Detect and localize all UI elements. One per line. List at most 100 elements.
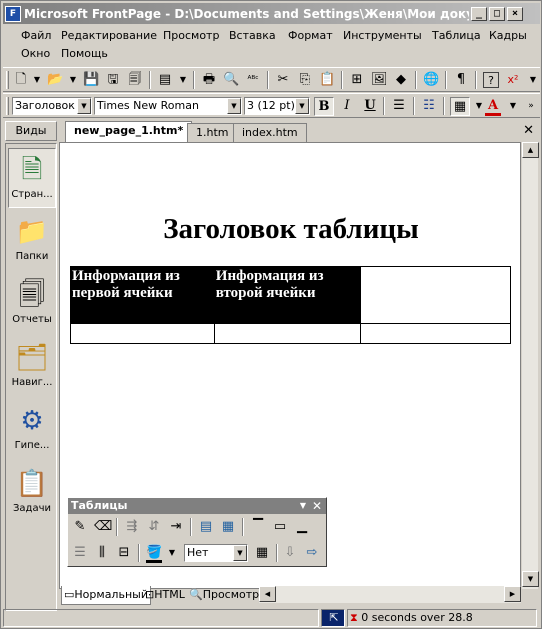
scroll-left-icon[interactable]: ◀ (259, 586, 276, 602)
minimize-button[interactable]: _ (471, 6, 487, 21)
view-page[interactable]: 🗎 Стран... (8, 148, 56, 208)
drawing-icon[interactable]: ◆ (393, 72, 409, 88)
cut-icon[interactable]: ✂ (275, 72, 291, 88)
table-grid-icon[interactable]: ▦ (220, 519, 236, 535)
save-icon[interactable]: 💾 (83, 72, 99, 88)
fill-dropdown-icon[interactable]: ▼ (164, 545, 180, 561)
menu-table[interactable]: Таблица (428, 28, 485, 43)
autofit-icon[interactable]: ⊟ (116, 545, 132, 561)
table-cell[interactable] (213, 323, 361, 344)
page-heading[interactable]: Заголовок таблицы (60, 213, 520, 246)
tab-index[interactable]: index.htm (233, 123, 307, 142)
superscript-icon[interactable]: x² (505, 72, 521, 88)
split-cells-icon[interactable]: ▤ (198, 519, 214, 535)
folder-list-icon[interactable]: ▤ (157, 72, 173, 88)
tab-new-page[interactable]: new_page_1.htm* (65, 121, 193, 142)
menu-insert[interactable]: Вставка (225, 28, 280, 43)
menu-view[interactable]: Просмотр (159, 28, 223, 43)
copy-web-icon[interactable]: 🗐 (127, 72, 143, 88)
table-cell[interactable] (70, 323, 215, 344)
insert-rows-icon[interactable]: ⇶ (124, 519, 140, 535)
align-top-icon[interactable]: ▔ (250, 519, 266, 535)
menu-help[interactable]: Помощь (57, 46, 112, 61)
insert-columns-icon[interactable]: ⇵ (146, 519, 162, 535)
menu-file[interactable]: Файл (17, 28, 55, 43)
menu-edit[interactable]: Редактирование (57, 28, 161, 43)
menu-tools[interactable]: Инструменты (339, 28, 426, 43)
show-all-icon[interactable]: ¶ (453, 72, 469, 88)
borders-icon[interactable]: ▦ (450, 97, 470, 116)
menu-frames[interactable]: Кадры (485, 28, 531, 43)
menu-window[interactable]: Окно (17, 46, 54, 61)
table-cell[interactable] (359, 323, 512, 344)
distribute-columns-icon[interactable]: ⫼ (94, 545, 110, 561)
view-tasks[interactable]: 📋 Задачи (8, 463, 56, 523)
views-dropdown-icon[interactable]: ▼ (175, 72, 191, 88)
help-icon[interactable]: ? (483, 72, 499, 88)
hyperlink-icon[interactable]: 🌐 (423, 72, 439, 88)
merge-cells-icon[interactable]: ⇥ (168, 519, 184, 535)
insert-picture-icon[interactable]: 🖼 (371, 72, 388, 88)
table-cell[interactable]: Информация из первой ячейки (70, 266, 215, 324)
publish-icon[interactable]: 🖫 (105, 72, 121, 88)
scroll-down-icon[interactable]: ▼ (522, 571, 539, 587)
paste-icon[interactable]: 📋 (319, 72, 335, 88)
scroll-right-icon[interactable]: ▶ (504, 586, 521, 602)
close-document-icon[interactable]: ✕ (523, 123, 534, 138)
new-page-icon[interactable]: 🗋 (13, 72, 29, 88)
vertical-scrollbar[interactable]: ▲ ▼ (521, 142, 539, 589)
view-folders[interactable]: 📁 Папки (8, 211, 56, 271)
tab-html[interactable]: ⊡HTML (143, 586, 187, 605)
menu-format[interactable]: Формат (284, 28, 337, 43)
open-dropdown-icon[interactable]: ▼ (65, 72, 81, 88)
toolbar-options-icon[interactable]: ▼ (300, 498, 306, 514)
draw-table-icon[interactable]: ✎ (72, 519, 88, 535)
scroll-up-icon[interactable]: ▲ (522, 142, 539, 158)
bullets-icon[interactable]: ☷ (421, 98, 437, 114)
fill-color-icon[interactable]: 🪣 (146, 545, 162, 563)
underline-button[interactable]: U (360, 97, 380, 116)
center-vertically-icon[interactable]: ▭ (272, 519, 288, 535)
font-color-dropdown-icon[interactable]: ▼ (505, 98, 521, 114)
tab-preview[interactable]: 🔍Просмотр (187, 586, 261, 605)
tab-normal[interactable]: ▭Нормальный (61, 586, 151, 605)
table-autoformat-select[interactable]: Нет ▼ (184, 544, 248, 562)
autoformat-icon[interactable]: ▦ (254, 545, 270, 561)
table-cell[interactable]: Информация из второй ячейки (213, 266, 361, 324)
font-select[interactable]: Times New Roman ▼ (94, 97, 242, 115)
view-reports[interactable]: 🗐 Отчеты (8, 274, 56, 334)
insert-component-icon[interactable]: ⊞ (349, 72, 365, 88)
tab-1-htm[interactable]: 1.htm (187, 123, 238, 142)
style-select[interactable]: Заголовок 4 ▼ (12, 97, 92, 115)
toolbar-options-icon[interactable]: » (523, 98, 539, 114)
eraser-icon[interactable]: ⌫ (94, 519, 112, 535)
spelling-icon[interactable]: ᴬᴮᶜ (245, 72, 261, 88)
tables-toolbar-caption[interactable]: Таблицы ▼ ✕ (68, 498, 326, 514)
table-cell[interactable] (359, 266, 512, 324)
print-preview-icon[interactable]: 🔍 (223, 72, 239, 88)
align-center-icon[interactable]: ☰ (391, 98, 407, 114)
print-icon[interactable]: 🖶 (201, 72, 217, 88)
new-dropdown-icon[interactable]: ▼ (29, 72, 45, 88)
fill-right-icon[interactable]: ⇨ (304, 545, 320, 561)
chevron-down-icon[interactable]: ▼ (77, 98, 91, 114)
chevron-down-icon[interactable]: ▼ (295, 98, 309, 114)
maximize-button[interactable]: □ (489, 6, 505, 21)
close-icon[interactable]: ✕ (312, 498, 322, 514)
italic-button[interactable]: I (337, 97, 357, 116)
size-select[interactable]: 3 (12 pt) ▼ (244, 97, 310, 115)
chevron-down-icon[interactable]: ▼ (227, 98, 241, 114)
fill-down-icon[interactable]: ⇩ (282, 545, 298, 561)
download-time[interactable]: ⧗ 0 seconds over 28.8 (347, 609, 537, 627)
close-button[interactable]: × (507, 6, 523, 21)
view-navigation[interactable]: 🗂 Навиг... (8, 337, 56, 397)
toolbar-options-icon[interactable]: ▼ (525, 72, 541, 88)
copy-icon[interactable]: ⎘ (297, 72, 313, 88)
open-folder-icon[interactable]: 📂 (47, 72, 63, 88)
font-color-icon[interactable]: A (485, 98, 501, 116)
align-bottom-icon[interactable]: ▁ (294, 519, 310, 535)
distribute-rows-icon[interactable]: ☰ (72, 545, 88, 561)
content-table[interactable]: Информация из первой ячейки Информация и… (70, 266, 512, 344)
horizontal-scrollbar[interactable]: ◀ ▶ (259, 586, 521, 603)
bold-button[interactable]: B (314, 97, 334, 116)
